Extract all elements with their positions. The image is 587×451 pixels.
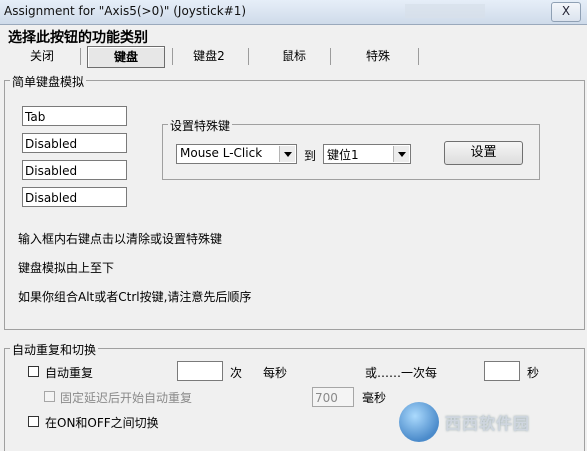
keyboard-group-label: 简单键盘模拟 <box>10 73 87 90</box>
toggle-on-off-checkbox[interactable] <box>28 416 39 427</box>
chevron-down-icon[interactable] <box>279 146 295 162</box>
times-unit: 次 <box>230 366 243 380</box>
watermark: 西西软件园 <box>399 398 579 442</box>
tab-mouse[interactable]: 鼠标 <box>276 46 312 66</box>
mouse-action-select[interactable]: Mouse L-Click <box>176 144 297 164</box>
repeat-times-input[interactable] <box>177 361 223 381</box>
window-title: Assignment for "Axis5(>0)" (Joystick#1) <box>4 4 247 18</box>
seconds-unit: 秒 <box>527 366 540 380</box>
note-line-2: 键盘模拟由上至下 <box>18 261 115 275</box>
tab-keyboard2[interactable]: 键盘2 <box>186 46 232 66</box>
tab-separator <box>80 48 81 65</box>
key-input-4[interactable]: Disabled <box>22 187 127 207</box>
tab-separator <box>172 48 173 65</box>
or-once-every-label: 或……一次每 <box>365 366 438 380</box>
key-slot-value: 键位1 <box>327 148 359 162</box>
window-titlebar: Assignment for "Axis5(>0)" (Joystick#1) … <box>0 0 587 25</box>
ms-unit: 毫秒 <box>362 391 387 405</box>
tab-close[interactable]: 关闭 <box>24 46 60 66</box>
tab-separator <box>418 48 419 65</box>
set-button[interactable]: 设置 <box>444 141 523 165</box>
per-second-label: 每秒 <box>263 366 288 380</box>
key-input-2[interactable]: Disabled <box>22 133 127 153</box>
delayed-repeat-label: 固定延迟后开始自动重复 <box>60 391 193 405</box>
delay-ms-input[interactable]: 700 <box>312 387 354 407</box>
auto-repeat-checkbox[interactable] <box>28 366 39 377</box>
close-button[interactable]: X <box>551 2 581 22</box>
tab-separator <box>248 48 249 65</box>
auto-repeat-group-label: 自动重复和切换 <box>10 341 99 358</box>
mouse-action-value: Mouse L-Click <box>180 146 263 160</box>
tab-special[interactable]: 特殊 <box>360 46 396 66</box>
watermark-text: 西西软件园 <box>445 414 531 433</box>
tab-keyboard[interactable]: 键盘 <box>87 46 165 68</box>
watermark-logo-icon <box>399 402 439 442</box>
tab-separator <box>330 48 331 65</box>
note-line-1: 输入框内右键点击以清除或设置特殊键 <box>18 232 223 246</box>
special-key-group-label: 设置特殊键 <box>168 117 233 134</box>
toggle-on-off-label: 在ON和OFF之间切换 <box>45 416 159 430</box>
key-slot-select[interactable]: 键位1 <box>323 144 411 164</box>
repeat-seconds-input[interactable] <box>484 361 520 381</box>
category-tabs: 关闭 键盘 键盘2 鼠标 特殊 <box>0 46 587 68</box>
key-input-1[interactable]: Tab <box>22 106 127 126</box>
auto-repeat-label: 自动重复 <box>45 366 94 380</box>
delayed-repeat-checkbox[interactable] <box>44 391 55 402</box>
to-label: 到 <box>304 149 317 163</box>
note-line-3: 如果你组合Alt或者Ctrl按键,请注意先后顺序 <box>18 290 252 304</box>
key-input-3[interactable]: Disabled <box>22 160 127 180</box>
page-title: 选择此按钮的功能类别 <box>8 30 148 46</box>
chevron-down-icon[interactable] <box>393 146 409 162</box>
blurred-background <box>405 4 485 18</box>
